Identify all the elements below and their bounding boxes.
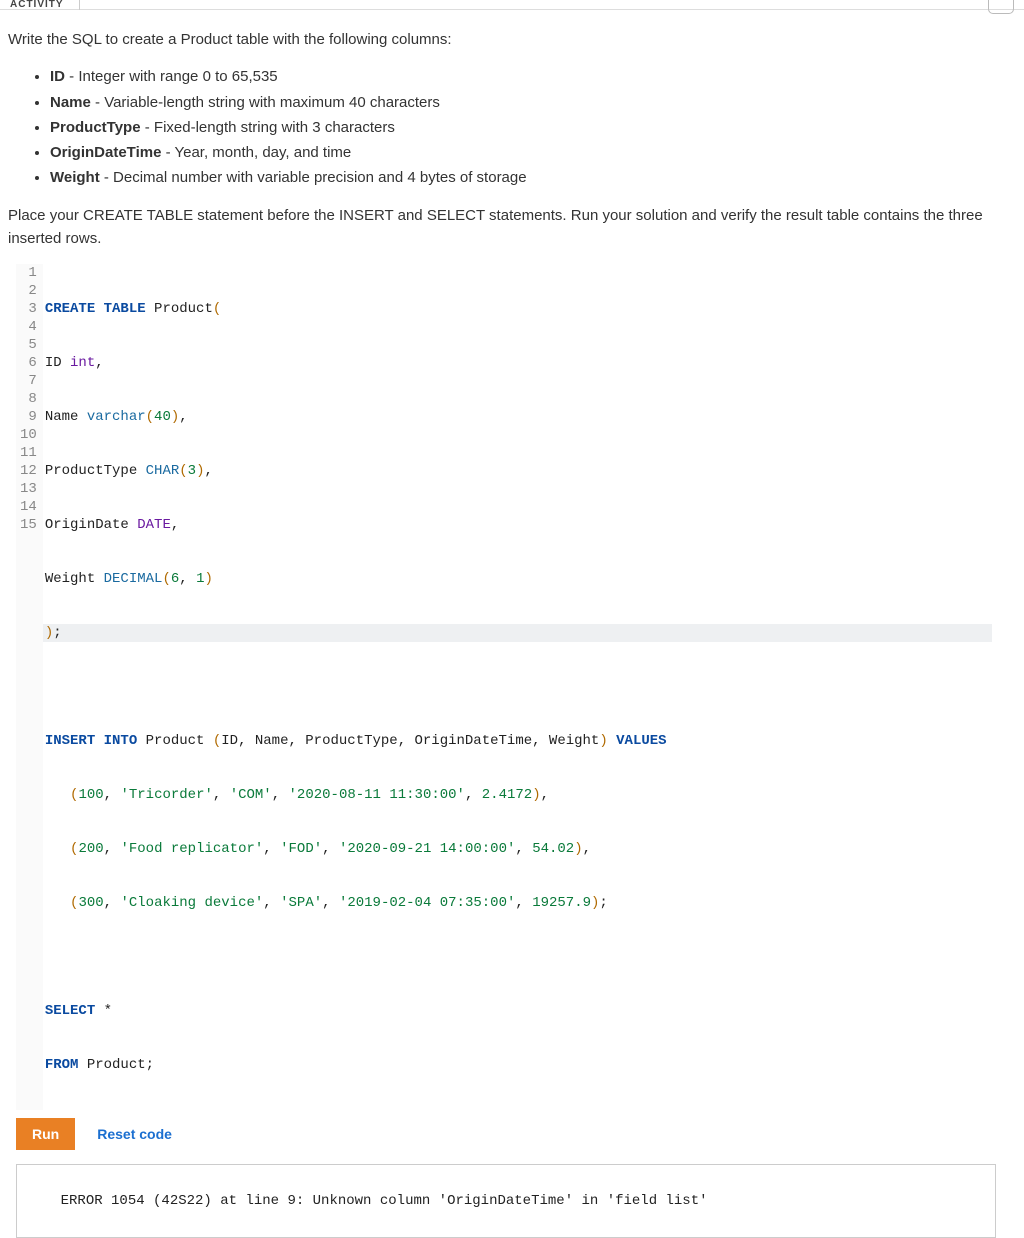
code-editor[interactable]: 12345678 9101112131415 CREATE TABLE Prod… <box>16 264 992 1110</box>
code-line: Name varchar(40), <box>43 408 992 426</box>
line-gutter: 12345678 9101112131415 <box>16 264 43 1110</box>
code-line <box>43 678 992 696</box>
code-line: SELECT * <box>43 1002 992 1020</box>
expand-icon[interactable] <box>988 0 1014 14</box>
code-line: OriginDate DATE, <box>43 516 992 534</box>
code-line-active: ); <box>43 624 992 642</box>
error-message: ERROR 1054 (42S22) at line 9: Unknown co… <box>61 1193 708 1209</box>
code-line: ID int, <box>43 354 992 372</box>
prompt-intro: Write the SQL to create a Product table … <box>8 28 1016 51</box>
column-spec-list: ID - Integer with range 0 to 65,535 Name… <box>8 65 1016 189</box>
run-button[interactable]: Run <box>16 1118 75 1150</box>
button-row: Run Reset code <box>16 1118 1016 1150</box>
code-line: ProductType CHAR(3), <box>43 462 992 480</box>
reset-code-link[interactable]: Reset code <box>97 1126 172 1142</box>
activity-label: ACTIVITY <box>10 0 64 10</box>
spec-item: ProductType - Fixed-length string with 3… <box>50 116 1016 139</box>
prompt-block: Write the SQL to create a Product table … <box>8 28 1016 250</box>
code-line: INSERT INTO Product (ID, Name, ProductTy… <box>43 732 992 750</box>
code-line: (100, 'Tricorder', 'COM', '2020-08-11 11… <box>43 786 992 804</box>
code-line: (300, 'Cloaking device', 'SPA', '2019-02… <box>43 894 992 912</box>
prompt-instructions: Place your CREATE TABLE statement before… <box>8 204 1016 251</box>
code-line: Weight DECIMAL(6, 1) <box>43 570 992 588</box>
code-line: CREATE TABLE Product( <box>43 300 992 318</box>
code-line: (200, 'Food replicator', 'FOD', '2020-09… <box>43 840 992 858</box>
spec-item: Name - Variable-length string with maxim… <box>50 91 1016 114</box>
spec-item: ID - Integer with range 0 to 65,535 <box>50 65 1016 88</box>
code-line: FROM Product; <box>43 1056 992 1074</box>
code-line <box>43 948 992 966</box>
topbar-divider <box>79 0 80 10</box>
activity-topbar: ACTIVITY <box>0 0 1024 10</box>
spec-item: OriginDateTime - Year, month, day, and t… <box>50 141 1016 164</box>
code-area[interactable]: CREATE TABLE Product( ID int, Name varch… <box>43 264 992 1110</box>
output-panel: ERROR 1054 (42S22) at line 9: Unknown co… <box>16 1164 996 1238</box>
spec-item: Weight - Decimal number with variable pr… <box>50 166 1016 189</box>
